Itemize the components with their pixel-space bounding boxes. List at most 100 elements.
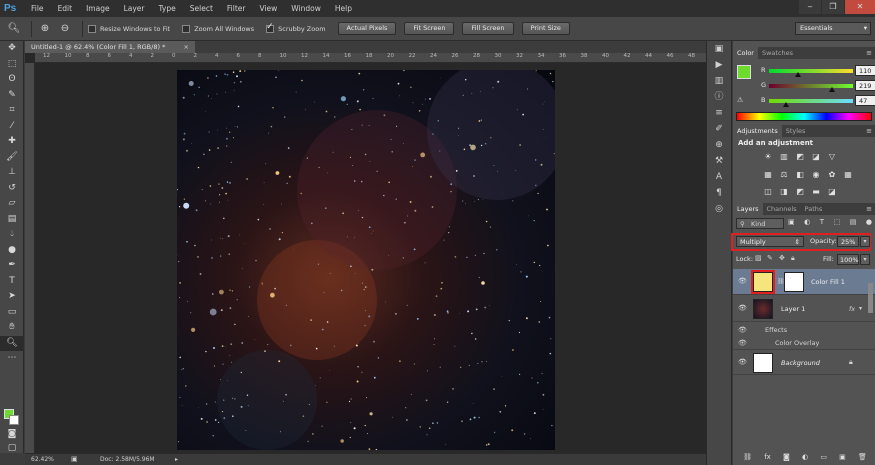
marquee-tool-icon[interactable]: ⬚	[0, 57, 24, 73]
lock-position-icon[interactable]: ✥	[779, 254, 785, 262]
type-filter-icon[interactable]: T	[820, 218, 824, 229]
layer-row-layer-1[interactable]: 👁︎ Layer 1 fx ▾	[733, 296, 875, 322]
healing-brush-tool-icon[interactable]: ✚	[0, 134, 24, 150]
eraser-tool-icon[interactable]: ▱	[0, 196, 24, 212]
menu-window[interactable]: Window	[284, 0, 328, 17]
tab-swatches[interactable]: Swatches	[758, 47, 797, 59]
filter-kind-select[interactable]: ⚲ Kind	[736, 218, 784, 229]
color-balance-icon[interactable]: ⚖	[777, 169, 791, 181]
menu-edit[interactable]: Edit	[51, 0, 80, 17]
zoom-out-icon[interactable]: ⊖	[57, 21, 73, 37]
tab-styles[interactable]: Styles	[782, 125, 810, 137]
document-tab[interactable]: Untitled-1 @ 62.4% (Color Fill 1, RGB/8)…	[25, 41, 195, 53]
red-slider-thumb[interactable]	[795, 72, 801, 77]
character-panel-icon[interactable]: A	[707, 169, 731, 185]
smart-object-filter-icon[interactable]: ▤	[850, 218, 857, 229]
lock-all-icon[interactable]: 🔒︎	[791, 254, 795, 263]
blue-value[interactable]: 47	[855, 95, 875, 106]
workspace-select[interactable]: Essentials ▾	[795, 22, 871, 35]
checkbox-box-checked[interactable]	[266, 22, 275, 33]
tab-adjustments[interactable]: Adjustments	[733, 125, 782, 137]
new-adjustment-icon[interactable]: ◐	[802, 453, 808, 464]
add-mask-icon[interactable]: ◙	[783, 453, 790, 464]
channel-mixer-icon[interactable]: ✿	[825, 169, 839, 181]
layer-row-color-fill[interactable]: 👁︎ ⛓ Color Fill 1	[733, 269, 875, 295]
pixel-filter-icon[interactable]: ▣	[788, 218, 795, 229]
foreground-swatch[interactable]	[737, 65, 751, 79]
fill-dropdown-icon[interactable]: ▾	[860, 254, 870, 265]
green-value[interactable]: 219	[855, 80, 875, 91]
zoom-all-windows-checkbox[interactable]: Zoom All Windows	[182, 24, 254, 33]
blue-slider-thumb[interactable]	[783, 102, 789, 107]
zoom-level[interactable]: 62.42%	[31, 454, 54, 465]
more-tools-icon[interactable]: ⋯	[0, 351, 24, 367]
resize-windows-checkbox[interactable]: Resize Windows to Fit	[88, 24, 170, 33]
eye-icon[interactable]: 👁︎	[738, 326, 747, 334]
menu-type[interactable]: Type	[152, 0, 183, 17]
layer-thumbnail[interactable]	[753, 299, 773, 319]
menu-image[interactable]: Image	[79, 0, 117, 17]
tab-paths[interactable]: Paths	[801, 203, 827, 215]
exposure-icon[interactable]: ◪	[809, 151, 823, 163]
eye-icon[interactable]: 👁︎	[738, 358, 747, 366]
zoom-tool-icon[interactable]: 🔍︎	[0, 335, 24, 351]
kuler-panel-icon[interactable]: ◎	[707, 201, 731, 217]
zoom-in-icon[interactable]: ⊕	[37, 21, 53, 37]
lock-pixels-icon[interactable]: ✎	[767, 254, 773, 262]
green-slider[interactable]: G 219	[761, 80, 875, 93]
opacity-dropdown-icon[interactable]: ▾	[860, 236, 870, 247]
fill-screen-button[interactable]: Fill Screen	[462, 22, 514, 35]
menu-file[interactable]: File	[24, 0, 51, 17]
scrollbar-thumb[interactable]	[868, 283, 873, 313]
add-style-icon[interactable]: fx	[764, 453, 771, 464]
trash-icon[interactable]: 🗑︎	[858, 453, 867, 464]
menu-filter[interactable]: Filter	[220, 0, 253, 17]
minimize-button[interactable]: ‒	[799, 0, 821, 14]
photo-filter-icon[interactable]: ◉	[809, 169, 823, 181]
red-slider[interactable]: R 110	[761, 65, 875, 78]
gradient-tool-icon[interactable]: ▤	[0, 212, 24, 228]
lasso-tool-icon[interactable]: ʘ	[0, 72, 24, 88]
green-slider-thumb[interactable]	[829, 87, 835, 92]
hand-tool-icon[interactable]: ✋︎	[0, 320, 24, 336]
new-layer-icon[interactable]: ▣	[839, 453, 846, 464]
black-white-icon[interactable]: ◧	[793, 169, 807, 181]
panel-menu-icon[interactable]: ≡	[866, 125, 872, 137]
eye-icon[interactable]: 👁︎	[738, 339, 747, 347]
horizontal-ruler[interactable]: 12 10 8 6 4 2 0 2 4 6 8 10 12 14 16 18 20 22 24 26 28 30 32 34 3…	[35, 53, 706, 63]
brightness-icon[interactable]: ☀	[761, 151, 775, 163]
vertical-ruler[interactable]	[25, 63, 35, 453]
dodge-tool-icon[interactable]: ●	[0, 243, 24, 259]
paragraph-panel-icon[interactable]: ¶	[707, 185, 731, 201]
tool-presets-panel-icon[interactable]: ⚒	[707, 153, 731, 169]
blur-tool-icon[interactable]: 💧︎	[0, 227, 24, 243]
background-color-swatch[interactable]	[9, 415, 19, 425]
history-brush-tool-icon[interactable]: ↺	[0, 181, 24, 197]
eye-icon[interactable]: 👁︎	[738, 277, 747, 285]
blend-mode-select[interactable]: Multiply ⇕	[736, 236, 804, 247]
layer-name[interactable]: Color Fill 1	[811, 278, 845, 286]
hue-saturation-icon[interactable]: ▦	[761, 169, 775, 181]
scrubby-zoom-checkbox[interactable]: Scrubby Zoom	[266, 22, 326, 33]
history-panel-icon[interactable]: ▣	[707, 41, 731, 57]
eye-icon[interactable]: 👁︎	[738, 304, 747, 312]
vibrance-icon[interactable]: ▽	[825, 151, 839, 163]
menu-layer[interactable]: Layer	[117, 0, 152, 17]
tab-color[interactable]: Color	[733, 47, 758, 59]
gradient-map-icon[interactable]: ▬	[809, 186, 823, 198]
canvas-image[interactable]	[177, 70, 555, 450]
blue-slider[interactable]: B 47	[761, 95, 875, 108]
invert-icon[interactable]: ◫	[761, 186, 775, 198]
close-window-button[interactable]: ✕	[845, 0, 875, 14]
fx-icon[interactable]: fx	[849, 305, 855, 313]
status-arrow-icon[interactable]: ▸	[175, 454, 178, 465]
checkbox-box[interactable]	[88, 24, 96, 33]
actual-pixels-button[interactable]: Actual Pixels	[337, 22, 397, 35]
tab-channels[interactable]: Channels	[763, 203, 801, 215]
menu-view[interactable]: View	[252, 0, 284, 17]
close-icon[interactable]: ×	[184, 41, 189, 53]
link-layers-icon[interactable]: ⛓	[743, 453, 752, 464]
posterize-icon[interactable]: ◨	[777, 186, 791, 198]
path-selection-tool-icon[interactable]: ➤	[0, 289, 24, 305]
fit-screen-button[interactable]: Fit Screen	[404, 22, 455, 35]
